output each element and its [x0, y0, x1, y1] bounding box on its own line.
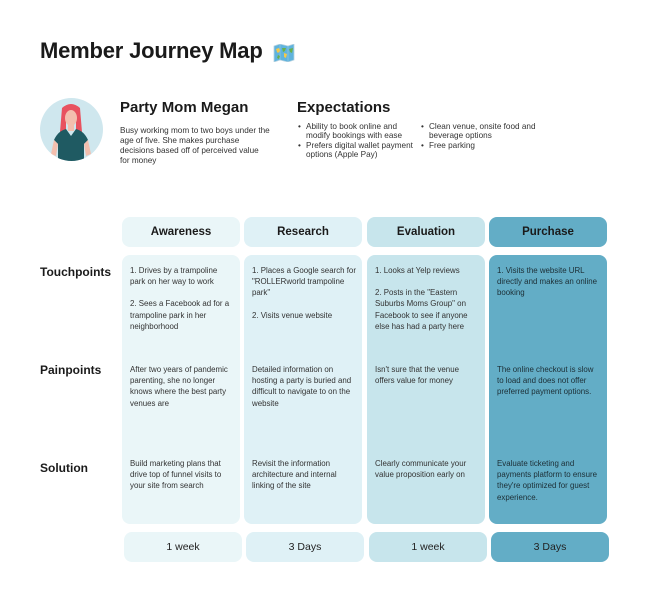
- solution-cell: Evaluate ticketing and payments platform…: [497, 459, 597, 502]
- stage-column-evaluation: 1. Looks at Yelp reviews 2. Posts in the…: [367, 255, 485, 524]
- solution-cell: Build marketing plans that drive top of …: [130, 459, 222, 491]
- expectation-item: Free parking: [421, 141, 539, 151]
- touchpoints-cell: 1. Looks at Yelp reviews 2. Posts in the…: [375, 265, 479, 332]
- touchpoint-item: 1. Visits the website URL directly and m…: [497, 266, 598, 298]
- expectations-title: Expectations: [297, 99, 391, 116]
- stage-column-awareness: 1. Drives by a trampoline park on her wa…: [122, 255, 240, 524]
- painpoints-cell: The online checkout is slow to load and …: [497, 365, 594, 397]
- solution-cell: Revisit the information architecture and…: [252, 459, 337, 491]
- woman-avatar-icon: [51, 104, 91, 161]
- painpoints-cell: Isn't sure that the venue offers value f…: [375, 365, 459, 386]
- touchpoint-item: 2. Visits venue website: [252, 310, 333, 320]
- stage-column-research: 1. Places a Google search for "ROLLERwor…: [244, 255, 362, 524]
- row-label-touchpoints: Touchpoints: [40, 265, 112, 279]
- stage-header-purchase: Purchase: [489, 217, 607, 247]
- touchpoint-item: 2. Sees a Facebook ad for a trampoline p…: [130, 299, 230, 331]
- stage-header-awareness: Awareness: [122, 217, 240, 247]
- row-label-solution: Solution: [40, 461, 88, 475]
- touchpoint-item: 2. Posts in the "Eastern Suburbs Moms Gr…: [375, 288, 468, 331]
- expectations-list-1: Ability to book online and modify bookin…: [298, 122, 416, 159]
- touchpoints-cell: 1. Visits the website URL directly and m…: [497, 265, 601, 299]
- duration-awareness: 1 week: [124, 532, 242, 562]
- duration-purchase: 3 Days: [491, 532, 609, 562]
- persona-avatar: [40, 98, 103, 161]
- stage-header-evaluation: Evaluation: [367, 217, 485, 247]
- page-title: Member Journey Map: [40, 38, 295, 64]
- world-map-icon: [273, 42, 295, 63]
- touchpoint-item: 1. Looks at Yelp reviews: [375, 266, 460, 275]
- stage-header-research: Research: [244, 217, 362, 247]
- row-label-painpoints: Painpoints: [40, 363, 102, 377]
- duration-evaluation: 1 week: [369, 532, 487, 562]
- expectation-item: Clean venue, onsite food and beverage op…: [421, 122, 539, 141]
- stage-column-purchase: 1. Visits the website URL directly and m…: [489, 255, 607, 524]
- painpoints-cell: After two years of pandemic parenting, s…: [130, 365, 228, 408]
- persona-name: Party Mom Megan: [120, 99, 249, 116]
- persona-description: Busy working mom to two boys under the a…: [120, 126, 270, 165]
- expectation-item: Prefers digital wallet payment options (…: [298, 141, 416, 160]
- page-title-text: Member Journey Map: [40, 38, 263, 63]
- touchpoints-cell: 1. Places a Google search for "ROLLERwor…: [252, 265, 356, 321]
- expectation-item: Ability to book online and modify bookin…: [298, 122, 416, 141]
- duration-research: 3 Days: [246, 532, 364, 562]
- solution-cell: Clearly communicate your value propositi…: [375, 459, 467, 480]
- touchpoint-item: 1. Drives by a trampoline park on her wa…: [130, 266, 218, 287]
- touchpoints-cell: 1. Drives by a trampoline park on her wa…: [130, 265, 234, 332]
- expectations-list-2: Clean venue, onsite food and beverage op…: [421, 122, 539, 150]
- painpoints-cell: Detailed information on hosting a party …: [252, 365, 352, 408]
- touchpoint-item: 1. Places a Google search for "ROLLERwor…: [252, 266, 356, 298]
